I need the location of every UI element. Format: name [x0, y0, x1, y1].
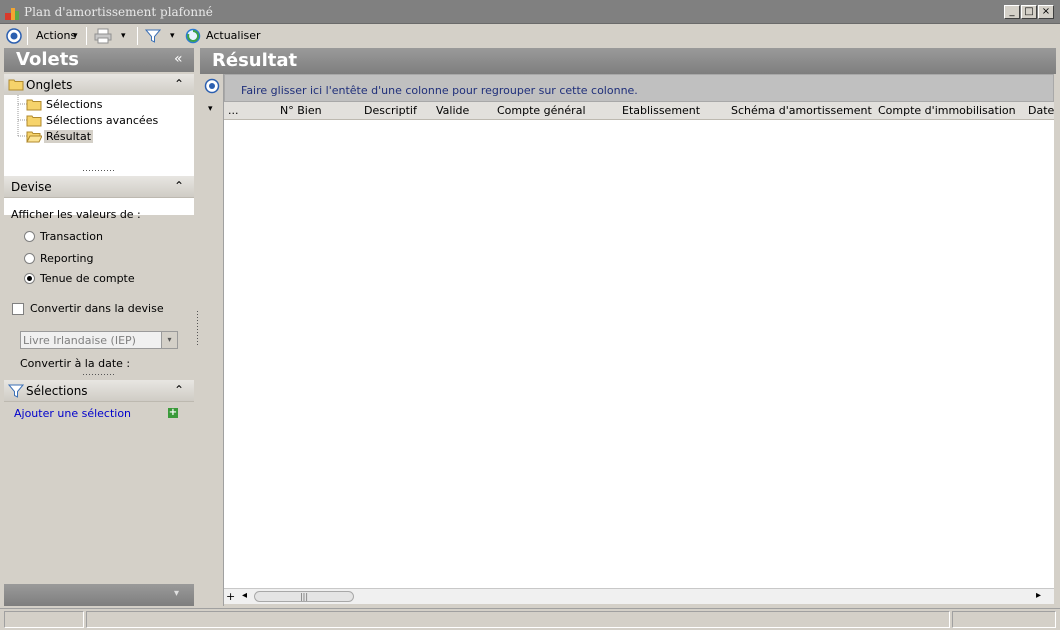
- radio-account-keeping[interactable]: Tenue de compte: [24, 272, 174, 288]
- selections-section-title: Sélections: [26, 384, 88, 398]
- horizontal-scrollbar[interactable]: + ◂ ||| ▸: [224, 588, 1054, 604]
- refresh-button[interactable]: Actualiser: [206, 29, 261, 42]
- title-bar: Plan d'amortissement plafonné _ □ ×: [0, 0, 1060, 24]
- scroll-right-icon[interactable]: ▸: [1036, 590, 1041, 601]
- checkbox-label: Convertir dans la devise: [30, 302, 164, 315]
- target-icon[interactable]: [204, 78, 220, 94]
- panel-splitter[interactable]: [196, 310, 199, 346]
- window-title: Plan d'amortissement plafonné: [24, 5, 213, 19]
- actions-dropdown-icon[interactable]: ▾: [73, 31, 78, 41]
- radio-button[interactable]: [24, 231, 35, 242]
- actions-menu[interactable]: Actions: [36, 29, 76, 42]
- chevron-up-icon[interactable]: ⌃: [174, 179, 184, 193]
- currency-section-header[interactable]: Devise ⌃: [4, 176, 194, 198]
- currency-select-value: Livre Irlandaise (IEP): [23, 334, 136, 347]
- resize-grip[interactable]: [82, 373, 116, 376]
- toolbar-separator: [137, 27, 138, 45]
- column-header-establishment[interactable]: Etablissement: [622, 104, 700, 117]
- radio-button[interactable]: [24, 253, 35, 264]
- radio-label: Tenue de compte: [40, 272, 135, 285]
- selections-section-header[interactable]: Sélections ⌃: [4, 380, 194, 402]
- close-button[interactable]: ×: [1038, 5, 1054, 19]
- convert-currency-checkbox[interactable]: Convertir dans la devise: [12, 302, 182, 318]
- folder-icon: [26, 99, 42, 111]
- open-folder-icon: [26, 131, 42, 143]
- print-icon[interactable]: [94, 28, 112, 44]
- group-by-area[interactable]: Faire glisser ici l'entête d'une colonne…: [224, 74, 1054, 102]
- resize-grip[interactable]: [82, 169, 116, 172]
- minimize-button[interactable]: _: [1004, 5, 1020, 19]
- tree-item-label: Sélections: [46, 98, 103, 111]
- tabs-section-header[interactable]: Onglets ⌃: [4, 74, 194, 96]
- tree-item-label: Sélections avancées: [46, 114, 159, 127]
- collapse-panel-icon[interactable]: «: [174, 51, 183, 67]
- status-cell: [952, 611, 1056, 628]
- radio-reporting[interactable]: Reporting: [24, 252, 174, 268]
- result-panel: Résultat ▾ Faire glisser ici l'entête d'…: [200, 48, 1056, 606]
- filter-dropdown-icon[interactable]: ▾: [170, 31, 175, 41]
- tree-item-label: Résultat: [44, 130, 94, 143]
- print-dropdown-icon[interactable]: ▾: [121, 31, 126, 41]
- filter-icon[interactable]: [145, 28, 161, 44]
- add-selection-link[interactable]: Ajouter une sélection: [14, 407, 131, 420]
- chevron-down-icon[interactable]: ▾: [174, 588, 179, 599]
- add-icon[interactable]: +: [168, 408, 178, 418]
- status-cell: [4, 611, 84, 628]
- radio-transaction[interactable]: Transaction: [24, 230, 174, 246]
- tree-item-advanced-selections[interactable]: Sélections avancées: [4, 113, 194, 129]
- column-header-fixed-asset-account[interactable]: Compte d'immobilisation: [878, 104, 1016, 117]
- status-bar: [0, 608, 1060, 630]
- maximize-button[interactable]: □: [1021, 5, 1037, 19]
- status-cell: [86, 611, 950, 628]
- result-header: Résultat: [200, 48, 1056, 74]
- side-panel-title: Volets: [16, 49, 80, 70]
- column-header-more[interactable]: ...: [228, 104, 239, 117]
- app-icon: [5, 8, 19, 20]
- checkbox[interactable]: [12, 303, 24, 315]
- grid-row-indicator-column: ▾: [200, 74, 224, 606]
- result-title: Résultat: [212, 50, 298, 71]
- radio-button-checked[interactable]: [24, 273, 35, 284]
- toolbar-separator: [86, 27, 87, 45]
- add-row-icon[interactable]: +: [226, 590, 235, 603]
- column-header-general-account[interactable]: Compte général: [497, 104, 586, 117]
- target-icon[interactable]: [6, 28, 22, 44]
- toolbar: Actions ▾ ▾ ▾ Actualiser: [0, 24, 1060, 48]
- column-header-asset-number[interactable]: N° Bien: [280, 104, 322, 117]
- chevron-down-icon[interactable]: ▾: [161, 332, 177, 348]
- column-chooser-icon[interactable]: ▾: [208, 104, 213, 114]
- column-header-depreciation-scheme[interactable]: Schéma d'amortissement: [731, 104, 872, 117]
- filter-icon: [8, 384, 24, 398]
- column-header-description[interactable]: Descriptif: [364, 104, 417, 117]
- column-header-valid[interactable]: Valide: [436, 104, 469, 117]
- scrollbar-thumb[interactable]: |||: [254, 591, 354, 602]
- tree-item-result[interactable]: Résultat: [4, 129, 194, 145]
- side-panel-footer: ▾: [4, 584, 194, 606]
- grid-body[interactable]: [224, 120, 1054, 588]
- refresh-icon[interactable]: [185, 28, 201, 44]
- show-values-label: Afficher les valeurs de :: [11, 208, 141, 221]
- folder-icon: [8, 79, 24, 91]
- chevron-up-icon[interactable]: ⌃: [174, 77, 184, 91]
- side-panel: Volets « Onglets ⌃ Sélections Sélections…: [4, 48, 194, 606]
- group-by-hint: Faire glisser ici l'entête d'une colonne…: [241, 84, 638, 97]
- radio-label: Reporting: [40, 252, 94, 265]
- toolbar-separator: [27, 27, 28, 45]
- currency-select[interactable]: Livre Irlandaise (IEP) ▾: [20, 331, 178, 349]
- column-header-date[interactable]: Date: [1028, 104, 1054, 117]
- tabs-section-title: Onglets: [26, 78, 73, 92]
- grid-column-headers: ... N° Bien Descriptif Valide Compte gén…: [224, 102, 1054, 120]
- side-panel-header: Volets «: [4, 48, 194, 72]
- folder-icon: [26, 115, 42, 127]
- radio-label: Transaction: [40, 230, 103, 243]
- tree-item-selections[interactable]: Sélections: [4, 97, 194, 113]
- chevron-up-icon[interactable]: ⌃: [174, 383, 184, 397]
- convert-date-label: Convertir à la date :: [20, 357, 131, 370]
- currency-section-title: Devise: [11, 180, 52, 194]
- scroll-left-icon[interactable]: ◂: [242, 590, 247, 601]
